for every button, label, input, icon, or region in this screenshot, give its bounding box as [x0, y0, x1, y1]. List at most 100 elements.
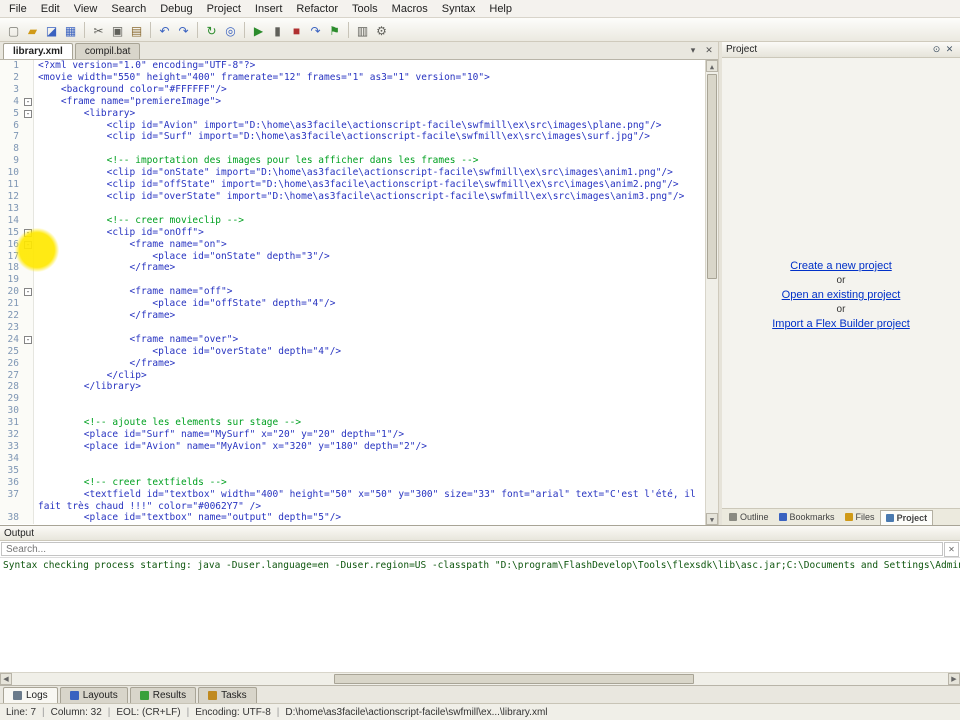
scroll-left-icon[interactable]: ◀ [0, 673, 12, 685]
line-number: 9 [0, 155, 22, 168]
save-all-icon[interactable]: ▦ [61, 21, 80, 39]
scroll-right-icon[interactable]: ▶ [948, 673, 960, 685]
layouts-icon [69, 691, 79, 700]
code-line: 8 [0, 143, 718, 156]
fold-toggle-icon[interactable]: - [24, 97, 32, 106]
step-over-icon[interactable]: ↷ [306, 21, 325, 39]
fold-column [22, 357, 34, 370]
fold-toggle-icon[interactable]: - [24, 240, 32, 249]
open-folder-icon[interactable]: ▰ [23, 21, 42, 39]
menu-item-tools[interactable]: Tools [345, 1, 385, 17]
menu-item-file[interactable]: File [2, 1, 34, 17]
fold-toggle-icon[interactable]: - [24, 288, 32, 297]
code-line: 2 <movie width="550" height="400" framera… [0, 71, 718, 84]
save-icon[interactable]: ◪ [42, 21, 61, 39]
panel-tab-outline[interactable]: Outline [724, 510, 774, 524]
scroll-down-icon[interactable]: ▼ [706, 513, 718, 525]
code-line: 9 <!-- importation des images pour les a… [0, 155, 718, 168]
run-icon[interactable]: ▶ [249, 21, 268, 39]
fold-column [22, 345, 34, 358]
fold-column: - [22, 226, 34, 239]
cut-icon[interactable]: ✂ [89, 21, 108, 39]
code-line: 24- <frame name="over"> [0, 333, 718, 346]
pin-icon[interactable]: ⊙ [930, 43, 943, 56]
outline-icon [729, 513, 737, 521]
search-icon[interactable]: ◎ [221, 21, 240, 39]
output-search-input[interactable] [1, 542, 943, 556]
document-tab-compil.bat[interactable]: compil.bat [74, 43, 141, 59]
close-document-icon[interactable]: ✕ [702, 44, 716, 58]
vertical-scroll-thumb[interactable] [707, 74, 717, 279]
paste-icon[interactable]: ▤ [127, 21, 146, 39]
code-line: 36 <!-- creer textfields --> [0, 476, 718, 489]
fold-column [22, 190, 34, 203]
fold-column [22, 250, 34, 263]
line-number: 26 [0, 357, 22, 370]
link-import-a-flex-builder-project[interactable]: Import a Flex Builder project [772, 318, 910, 330]
logs-icon [13, 691, 22, 700]
panel-tab-bookmarks[interactable]: Bookmarks [774, 510, 840, 524]
refresh-icon[interactable]: ↻ [202, 21, 221, 39]
dock-tab-label: Layouts [82, 690, 118, 701]
undo-icon[interactable]: ↶ [155, 21, 174, 39]
code-text: <place id="textbox" name="output" depth=… [38, 512, 342, 524]
fold-toggle-icon[interactable]: - [24, 109, 32, 118]
link-open-an-existing-project[interactable]: Open an existing project [782, 289, 901, 301]
line-number: 22 [0, 310, 22, 322]
fold-column [22, 441, 34, 453]
editor-vertical-scrollbar[interactable]: ▲ ▼ [705, 60, 718, 525]
menu-item-project[interactable]: Project [200, 1, 248, 17]
panel-tab-files[interactable]: Files [840, 510, 880, 524]
fold-toggle-icon[interactable]: - [24, 228, 32, 237]
dock-tab-logs[interactable]: Logs [3, 687, 58, 703]
search-clear-icon[interactable]: ✕ [944, 542, 959, 557]
code-text: <place id="overState" depth="4"/> [38, 345, 342, 357]
new-document-icon[interactable]: ▢ [4, 21, 23, 39]
tab-list-icon[interactable]: ▾ [686, 44, 700, 58]
redo-icon[interactable]: ↷ [174, 21, 193, 39]
panels-icon[interactable]: ▥ [353, 21, 372, 39]
menu-item-macros[interactable]: Macros [385, 1, 435, 17]
code-text: <textfield id="textbox" width="400" heig… [38, 488, 702, 512]
menu-item-refactor[interactable]: Refactor [289, 1, 345, 17]
code-line: 38 <place id="textbox" name="output" dep… [0, 512, 718, 525]
fold-toggle-icon[interactable]: - [24, 335, 32, 344]
code-line: 5- <library> [0, 107, 718, 120]
menu-item-syntax[interactable]: Syntax [435, 1, 483, 17]
code-text: <!-- creer movieclip --> [38, 214, 244, 226]
output-horizontal-scrollbar[interactable]: ◀ ▶ [0, 672, 960, 685]
panel-tab-label: Project [896, 512, 928, 523]
line-number: 6 [0, 119, 22, 132]
code-text: </frame> [38, 357, 176, 369]
pause-icon[interactable]: ▮ [268, 21, 287, 39]
line-number: 37 [0, 488, 22, 513]
dock-tab-results[interactable]: Results [129, 687, 197, 703]
fold-column [22, 452, 34, 465]
code-line: 6 <clip id="Avion" import="D:\home\as3fa… [0, 119, 718, 132]
document-tab-library.xml[interactable]: library.xml [3, 43, 73, 59]
dock-tab-tasks[interactable]: Tasks [198, 687, 257, 703]
close-panel-icon[interactable]: ✕ [943, 43, 956, 56]
copy-icon[interactable]: ▣ [108, 21, 127, 39]
fold-column [22, 71, 34, 84]
line-number: 8 [0, 143, 22, 156]
menu-item-search[interactable]: Search [104, 1, 153, 17]
dock-tab-layouts[interactable]: Layouts [59, 687, 128, 703]
code-editor[interactable]: 1 <?xml version="1.0" encoding="UTF-8"?> 2… [0, 60, 718, 525]
menu-item-view[interactable]: View [67, 1, 105, 17]
stop-icon[interactable]: ■ [287, 21, 306, 39]
menu-item-help[interactable]: Help [482, 1, 519, 17]
panel-tab-project[interactable]: Project [879, 509, 934, 525]
horizontal-scroll-thumb[interactable] [334, 674, 694, 684]
menu-item-debug[interactable]: Debug [153, 1, 199, 17]
link-create-a-new-project[interactable]: Create a new project [790, 260, 892, 272]
debug-flag-icon[interactable]: ⚑ [325, 21, 344, 39]
menu-item-insert[interactable]: Insert [248, 1, 290, 17]
settings-gear-icon[interactable]: ⚙ [372, 21, 391, 39]
scroll-up-icon[interactable]: ▲ [706, 60, 718, 72]
status-column: Column: 32 [50, 706, 102, 718]
menu-item-edit[interactable]: Edit [34, 1, 67, 17]
